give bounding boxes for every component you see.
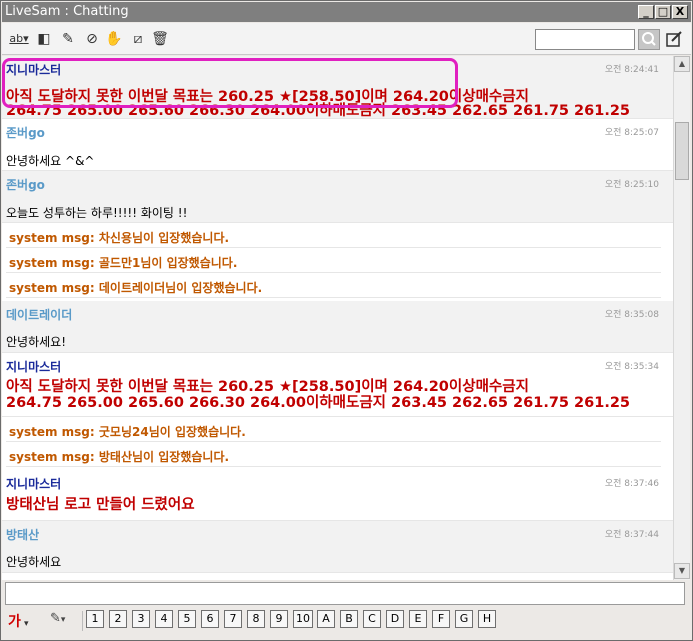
- trash-icon[interactable]: 🗑: [150, 30, 170, 48]
- message-author: 지니마스터: [6, 360, 62, 374]
- search-icon: [642, 32, 656, 46]
- divider: [82, 611, 83, 631]
- chat-scrollbar[interactable]: ▲ ▼: [673, 56, 690, 580]
- scroll-thumb[interactable]: [675, 122, 689, 180]
- pen-icon: ✎: [50, 611, 61, 626]
- hide-icon[interactable]: ⧄: [128, 30, 148, 48]
- window-title: LiveSam : Chatting: [5, 4, 129, 19]
- quick-button[interactable]: 10: [293, 610, 313, 628]
- mute-icon[interactable]: ✋: [104, 30, 124, 48]
- system-text: system msg: 굿모닝24님이 입장했습니다.: [9, 425, 246, 439]
- quick-button[interactable]: C: [363, 610, 381, 628]
- chat-message: 지니마스터 오전 8:24:41 아직 도달하지 못한 이번달 목표는 260.…: [2, 56, 673, 119]
- chat-message: 데이트레이더 오전 8:35:08 안녕하세요!: [2, 301, 673, 353]
- message-author: 지니마스터: [6, 477, 62, 491]
- message-text: 안녕하세요: [6, 555, 62, 569]
- highlight-box: [2, 58, 458, 108]
- quick-button[interactable]: D: [386, 610, 404, 628]
- message-text: 264.75 265.00 265.60 266.30 264.00이하매도금지…: [6, 395, 631, 411]
- message-text: 오늘도 성투하는 하루!!!!! 화이팅 !!: [6, 206, 188, 220]
- system-text: system msg: 방태산님이 입장했습니다.: [9, 450, 230, 464]
- scroll-up-icon[interactable]: ▲: [674, 56, 690, 72]
- close-button[interactable]: X: [672, 5, 688, 19]
- block-icon[interactable]: ⊘: [82, 30, 102, 48]
- quick-button[interactable]: F: [432, 610, 450, 628]
- quick-button[interactable]: 8: [247, 610, 265, 628]
- message-time: 오전 8:25:10: [604, 180, 659, 190]
- message-time: 오전 8:25:07: [604, 128, 659, 138]
- font-button[interactable]: 가 ▾: [8, 611, 42, 631]
- maximize-button[interactable]: □: [655, 5, 671, 19]
- quick-button[interactable]: 4: [155, 610, 173, 628]
- message-time: 오전 8:35:34: [604, 362, 659, 372]
- system-text: system msg: 차신용님이 입장했습니다.: [9, 231, 230, 245]
- chat-message: 존버go 오전 8:25:07 안녕하세요 ^&^: [2, 119, 673, 171]
- message-author: 방태산: [6, 528, 40, 542]
- message-time: 오전 8:35:08: [604, 310, 659, 320]
- message-author: 존버go: [6, 178, 45, 192]
- chat-message: 존버go 오전 8:25:10 오늘도 성투하는 하루!!!!! 화이팅 !!: [2, 171, 673, 223]
- quick-button[interactable]: H: [478, 610, 496, 628]
- quick-button[interactable]: A: [317, 610, 335, 628]
- quick-button[interactable]: 3: [132, 610, 150, 628]
- system-text: system msg: 골드만1님이 입장했습니다.: [9, 256, 238, 270]
- quick-button[interactable]: E: [409, 610, 427, 628]
- quick-button[interactable]: 1: [86, 610, 104, 628]
- text-style-label: ab: [9, 32, 24, 45]
- chat-window: LiveSam : Chatting _ □ X ab▾ ◧ ✎ ⊘ ✋ ⧄ 🗑: [0, 0, 693, 641]
- message-time: 오전 8:24:41: [604, 65, 659, 75]
- quick-button[interactable]: 6: [201, 610, 219, 628]
- eraser-icon[interactable]: ✎: [58, 30, 78, 48]
- bottom-toolbar: 가 ▾ ✎▾ 1 2 3 4 5 6 7 8 9 10 A B C D E F …: [2, 607, 691, 639]
- chevron-down-icon: ▾: [60, 615, 66, 625]
- quick-button[interactable]: 5: [178, 610, 196, 628]
- system-message: system msg: 차신용님이 입장했습니다.: [6, 224, 661, 248]
- message-time: 오전 8:37:46: [604, 479, 659, 489]
- layout-icon[interactable]: ◧: [34, 30, 54, 48]
- system-message: system msg: 굿모닝24님이 입장했습니다.: [6, 418, 661, 442]
- edit-button[interactable]: [664, 29, 684, 50]
- font-label: 가: [8, 614, 21, 630]
- message-text: 아직 도달하지 못한 이번달 목표는 260.25 ★[258.50]이며 26…: [6, 379, 529, 395]
- quick-button[interactable]: 9: [270, 610, 288, 628]
- scroll-down-icon[interactable]: ▼: [674, 563, 690, 579]
- quick-button[interactable]: G: [455, 610, 473, 628]
- message-text: 안녕하세요!: [6, 335, 67, 349]
- chat-log[interactable]: 지니마스터 오전 8:24:41 아직 도달하지 못한 이번달 목표는 260.…: [2, 56, 673, 580]
- system-message: system msg: 골드만1님이 입장했습니다.: [6, 249, 661, 273]
- quick-button[interactable]: B: [340, 610, 358, 628]
- system-text: system msg: 데이트레이더님이 입장했습니다.: [9, 281, 263, 295]
- search-input[interactable]: [535, 29, 635, 50]
- text-style-icon[interactable]: ab▾: [6, 30, 32, 48]
- message-author: 데이트레이더: [6, 308, 73, 322]
- quick-button[interactable]: 2: [109, 610, 127, 628]
- quick-button[interactable]: 7: [224, 610, 242, 628]
- title-bar[interactable]: LiveSam : Chatting _ □ X: [2, 2, 691, 22]
- chat-input[interactable]: [5, 582, 685, 605]
- pen-button[interactable]: ✎▾: [50, 611, 78, 631]
- edit-icon: [666, 31, 682, 47]
- message-author: 존버go: [6, 126, 45, 140]
- message-time: 오전 8:37:44: [604, 530, 659, 540]
- message-text: 방태산님 로고 만들어 드렸어요: [6, 497, 195, 513]
- chat-message: 지니마스터 오전 8:37:46 방태산님 로고 만들어 드렸어요: [2, 470, 673, 521]
- minimize-button[interactable]: _: [638, 5, 654, 19]
- chat-message: 지니마스터 오전 8:35:34 아직 도달하지 못한 이번달 목표는 260.…: [2, 353, 673, 417]
- message-text: 안녕하세요 ^&^: [6, 154, 95, 168]
- toolbar: ab▾ ◧ ✎ ⊘ ✋ ⧄ 🗑: [2, 23, 691, 55]
- search-button[interactable]: [638, 29, 660, 50]
- chat-message: 방태산 오전 8:37:44 안녕하세요: [2, 521, 673, 573]
- system-message: system msg: 방태산님이 입장했습니다.: [6, 443, 661, 467]
- chevron-down-icon: ▾: [20, 619, 29, 629]
- system-message: system msg: 데이트레이더님이 입장했습니다.: [6, 274, 661, 298]
